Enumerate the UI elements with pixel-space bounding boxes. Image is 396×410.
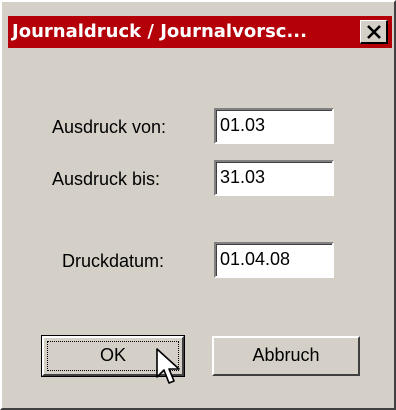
print-date-input[interactable]: 01.04.08 xyxy=(214,242,334,278)
print-date-label: Druckdatum: xyxy=(62,251,165,271)
from-label: Ausdruck von: xyxy=(52,117,167,137)
cancel-button[interactable]: Abbruch xyxy=(212,336,360,376)
from-date-input[interactable]: 01.03 xyxy=(214,108,334,144)
title-bar[interactable]: Journaldruck / Journalvorsc... xyxy=(8,16,392,48)
to-date-input[interactable]: 31.03 xyxy=(214,160,334,196)
mouse-pointer-icon xyxy=(156,348,180,384)
close-button[interactable] xyxy=(360,20,388,44)
window-title: Journaldruck / Journalvorsc... xyxy=(12,21,307,42)
dialog-window: Journaldruck / Journalvorsc... Ausdruck … xyxy=(0,0,396,410)
cancel-button-label: Abbruch xyxy=(252,345,320,365)
close-icon xyxy=(367,25,381,39)
to-label: Ausdruck bis: xyxy=(52,169,161,189)
